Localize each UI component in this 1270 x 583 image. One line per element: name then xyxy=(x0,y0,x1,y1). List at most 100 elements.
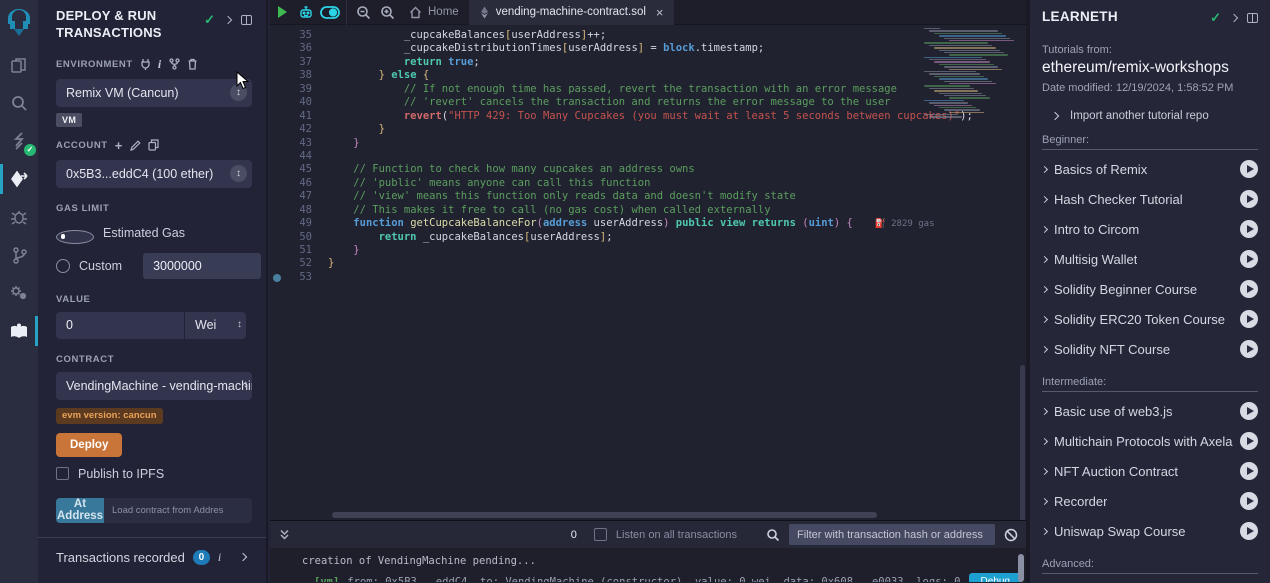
plug-icon[interactable] xyxy=(140,58,151,70)
code-line[interactable]: 40 // 'revert' cancels the transaction a… xyxy=(270,96,1026,109)
code-line[interactable]: 42 } xyxy=(270,123,1026,136)
code-line[interactable]: 35 _cupcakeBalances[userAddress]++; xyxy=(270,29,1026,42)
play-tutorial-button[interactable] xyxy=(1240,340,1258,358)
code-line[interactable]: 45 // Function to check how many cupcake… xyxy=(270,163,1026,176)
trash-icon[interactable] xyxy=(187,58,198,70)
play-tutorial-button[interactable] xyxy=(1240,492,1258,510)
environment-select[interactable]: Remix VM (Cancun) ↕ xyxy=(56,79,252,107)
play-tutorial-button[interactable] xyxy=(1240,250,1258,268)
gutter-glyph-margin[interactable] xyxy=(270,231,286,244)
gutter-glyph-margin[interactable] xyxy=(270,244,286,257)
play-tutorial-button[interactable] xyxy=(1240,432,1258,450)
remix-logo[interactable] xyxy=(0,6,38,40)
tutorial-item[interactable]: All about Proxy Contracts xyxy=(1042,578,1258,583)
chevron-right-icon[interactable] xyxy=(224,16,232,24)
expand-terminal-icon[interactable] xyxy=(278,528,291,541)
tab-home[interactable]: Home xyxy=(399,0,469,25)
gutter-glyph-margin[interactable] xyxy=(270,29,286,42)
code-editor[interactable]: 35 _cupcakeBalances[userAddress]++;36 _c… xyxy=(270,25,1026,520)
play-tutorial-button[interactable] xyxy=(1240,280,1258,298)
tutorial-item[interactable]: Solidity ERC20 Token Course xyxy=(1042,304,1258,334)
contract-select[interactable]: VendingMachine - vending-machin ↕ xyxy=(56,372,252,400)
gutter-glyph-margin[interactable] xyxy=(270,123,286,136)
deploy-button[interactable]: Deploy xyxy=(56,433,122,457)
gutter-glyph-margin[interactable] xyxy=(270,150,286,163)
gutter-glyph-margin[interactable] xyxy=(270,42,286,55)
code-line[interactable]: 43 } xyxy=(270,137,1026,150)
tutorial-item[interactable]: Solidity NFT Course xyxy=(1042,334,1258,364)
estimated-gas-radio[interactable] xyxy=(56,230,94,244)
info-icon[interactable]: i xyxy=(218,550,221,565)
code-line[interactable]: 52} xyxy=(270,257,1026,270)
debug-button[interactable]: Debug xyxy=(969,573,1022,582)
gutter-glyph-margin[interactable] xyxy=(270,190,286,203)
terminal-scrollbar[interactable] xyxy=(1018,554,1024,582)
value-input[interactable] xyxy=(56,312,184,339)
tutorial-item[interactable]: Intro to Circom xyxy=(1042,214,1258,244)
chevron-right-icon[interactable] xyxy=(239,553,247,561)
tab-file[interactable]: vending-machine-contract.sol × xyxy=(469,0,674,25)
code-line[interactable]: 48 // This makes it free to call (no gas… xyxy=(270,204,1026,217)
search-icon[interactable] xyxy=(766,528,780,542)
git-branch-icon[interactable] xyxy=(0,242,38,268)
fork-state-icon[interactable] xyxy=(169,58,180,70)
code-line[interactable]: 37 return true; xyxy=(270,56,1026,69)
editor-minimap[interactable] xyxy=(922,26,1006,119)
tutorial-item[interactable]: Hash Checker Tutorial xyxy=(1042,184,1258,214)
transactions-recorded-row[interactable]: Transactions recorded 0 i xyxy=(56,538,252,577)
pin-panel-icon[interactable] xyxy=(241,15,252,25)
solidity-compiler-icon[interactable]: ✓ xyxy=(0,128,38,154)
play-tutorial-button[interactable] xyxy=(1240,160,1258,178)
pin-panel-icon[interactable] xyxy=(1247,13,1258,23)
code-line[interactable]: 53 xyxy=(270,271,1026,284)
account-select[interactable]: 0x5B3...eddC4 (100 ether) ↕ xyxy=(56,160,252,188)
at-address-input[interactable] xyxy=(104,498,252,523)
tutorial-item[interactable]: Uniswap Swap Course xyxy=(1042,516,1258,546)
import-tutorial-repo[interactable]: Import another tutorial repo xyxy=(1052,110,1258,122)
gutter-glyph-margin[interactable] xyxy=(270,177,286,190)
file-explorer-icon[interactable] xyxy=(0,52,38,78)
play-tutorial-button[interactable] xyxy=(1240,190,1258,208)
code-line[interactable]: 51 } xyxy=(270,244,1026,257)
value-unit-select[interactable]: Wei ↕ xyxy=(184,312,246,339)
code-line[interactable]: 38 } else { xyxy=(270,69,1026,82)
gutter-glyph-margin[interactable] xyxy=(270,56,286,69)
learneth-book-icon[interactable] xyxy=(0,318,38,344)
at-address-button[interactable]: At Address xyxy=(56,498,104,523)
vertical-scrollbar[interactable] xyxy=(1020,365,1025,520)
close-tab-icon[interactable]: × xyxy=(656,5,664,20)
gutter-glyph-margin[interactable] xyxy=(270,137,286,150)
edit-icon[interactable] xyxy=(130,140,141,151)
tutorial-item[interactable]: Basics of Remix xyxy=(1042,154,1258,184)
tutorial-item[interactable]: Recorder xyxy=(1042,486,1258,516)
custom-gas-input[interactable] xyxy=(143,253,261,279)
code-line[interactable]: 36 _cupcakeDistributionTimes[userAddress… xyxy=(270,42,1026,55)
play-tutorial-button[interactable] xyxy=(1240,220,1258,238)
play-tutorial-button[interactable] xyxy=(1240,522,1258,540)
play-tutorial-button[interactable] xyxy=(1240,310,1258,328)
search-icon[interactable] xyxy=(0,90,38,116)
debugger-bug-icon[interactable] xyxy=(0,204,38,230)
gutter-glyph-margin[interactable] xyxy=(270,110,286,123)
ai-assistant-icon[interactable] xyxy=(294,0,318,25)
play-tutorial-button[interactable] xyxy=(1240,402,1258,420)
tutorial-item[interactable]: NFT Auction Contract xyxy=(1042,456,1258,486)
code-line[interactable]: 44 xyxy=(270,150,1026,163)
run-script-icon[interactable] xyxy=(270,0,294,25)
publish-ipfs-checkbox[interactable] xyxy=(56,467,69,480)
gutter-glyph-margin[interactable] xyxy=(270,96,286,109)
gutter-glyph-margin[interactable] xyxy=(270,163,286,176)
code-line[interactable]: 41 revert("HTTP 429: Too Many Cupcakes (… xyxy=(270,110,1026,123)
ai-toggle-icon[interactable] xyxy=(318,0,342,25)
horizontal-scrollbar[interactable] xyxy=(332,512,877,518)
clear-console-icon[interactable] xyxy=(1004,528,1018,542)
gutter-glyph-margin[interactable] xyxy=(270,217,286,230)
play-tutorial-button[interactable] xyxy=(1240,462,1258,480)
gutter-glyph-margin[interactable] xyxy=(270,257,286,270)
zoom-out-icon[interactable] xyxy=(351,0,375,25)
code-line[interactable]: 46 // 'public' means anyone can call thi… xyxy=(270,177,1026,190)
tutorial-item[interactable]: Multichain Protocols with Axelar xyxy=(1042,426,1258,456)
code-line[interactable]: 47 // 'view' means this function only re… xyxy=(270,190,1026,203)
tutorial-item[interactable]: Solidity Beginner Course xyxy=(1042,274,1258,304)
add-account-icon[interactable]: + xyxy=(115,138,123,153)
